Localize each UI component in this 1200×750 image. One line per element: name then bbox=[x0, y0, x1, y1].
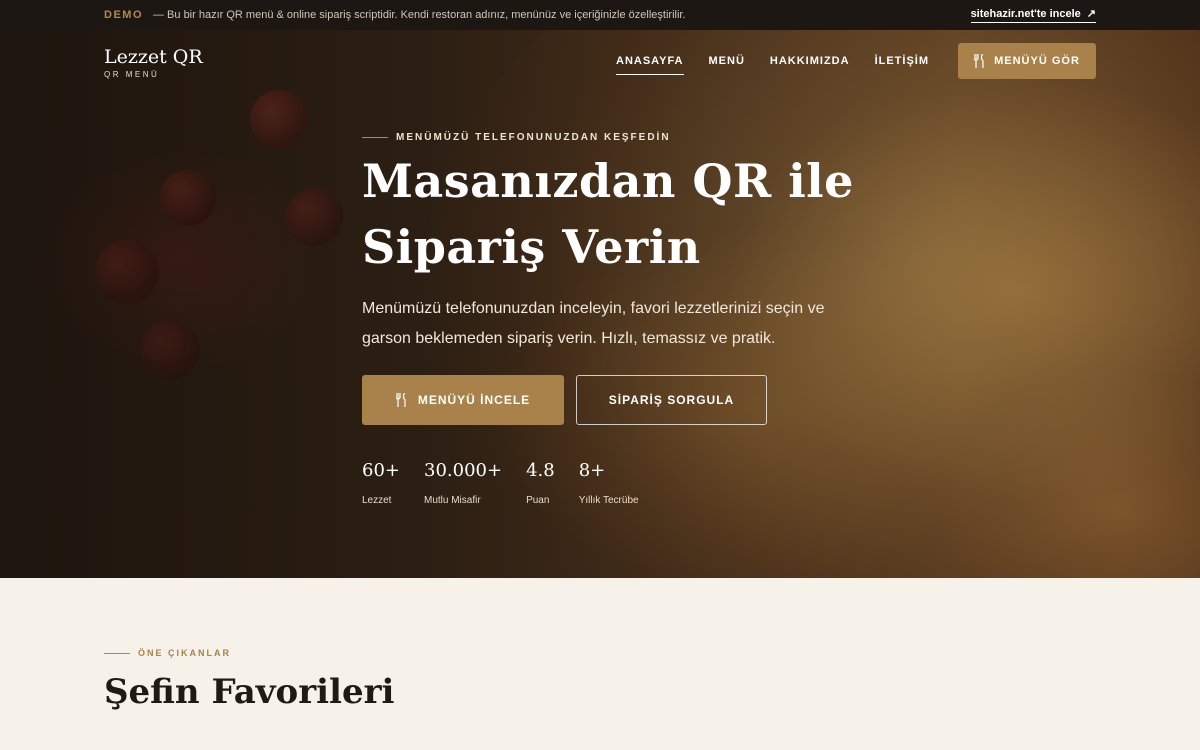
external-link-icon: ↗ bbox=[1086, 8, 1096, 20]
stat-value: 8+ bbox=[578, 460, 606, 481]
hero-stats: 60+ Lezzet 30.000+ Mutlu Misafir 4.8 Pua… bbox=[362, 460, 639, 506]
nav-link-menu[interactable]: MENÜ bbox=[709, 55, 745, 75]
hero-subtext: Menümüzü telefonunuzdan inceleyin, favor… bbox=[362, 300, 825, 347]
logo-name: Lezzet QR bbox=[104, 46, 203, 68]
hero-eyebrow-text: MENÜMÜZÜ TELEFONUNUZDAN KEŞFEDİN bbox=[396, 132, 671, 143]
section-eyebrow-text: ÖNE ÇIKANLAR bbox=[138, 648, 231, 658]
stat-item: 8+ Yıllık Tecrübe bbox=[579, 460, 639, 506]
eyebrow-line bbox=[362, 137, 388, 138]
stat-label: Lezzet bbox=[362, 495, 392, 506]
stat-value: 60+ bbox=[362, 460, 400, 481]
nav-link-contact[interactable]: İLETİŞİM bbox=[875, 55, 929, 75]
stat-value: 4.8 bbox=[526, 460, 555, 481]
stat-label: Mutlu Misafir bbox=[424, 495, 481, 506]
logo-subtitle: QR MENÜ bbox=[104, 70, 160, 79]
stat-label: Puan bbox=[526, 495, 550, 506]
hero-section: Lezzet QR QR MENÜ ANASAYFA MENÜ HAKKIMIZ… bbox=[0, 30, 1200, 578]
demo-link[interactable]: sitehazir.net'te incele ↗ bbox=[970, 7, 1096, 23]
explore-menu-button[interactable]: MENÜYÜ İNCELE bbox=[362, 375, 564, 425]
stat-item: 30.000+ Mutlu Misafir bbox=[424, 460, 502, 506]
top-navigation: Lezzet QR QR MENÜ ANASAYFA MENÜ HAKKIMIZ… bbox=[0, 30, 1200, 92]
demo-banner: DEMO — Bu bir hazır QR menü & online sip… bbox=[0, 0, 1200, 30]
demo-text: — Bu bir hazır QR menü & online sipariş … bbox=[153, 9, 686, 21]
nav-link-home[interactable]: ANASAYFA bbox=[616, 55, 684, 75]
explore-menu-label: MENÜYÜ İNCELE bbox=[417, 393, 531, 407]
hero-headline: Masanızdan QR ile Sipariş Verin bbox=[362, 154, 854, 274]
nav-link-about[interactable]: HAKKIMIZDA bbox=[770, 55, 850, 75]
section-title: Şefin Favorileri bbox=[104, 672, 395, 712]
hero-eyebrow: MENÜMÜZÜ TELEFONUNUZDAN KEŞFEDİN bbox=[362, 132, 671, 143]
demo-tag: DEMO bbox=[104, 9, 143, 21]
stat-item: 4.8 Puan bbox=[526, 460, 555, 506]
order-lookup-button[interactable]: SİPARİŞ SORGULA bbox=[576, 375, 767, 425]
view-menu-button[interactable]: MENÜYÜ GÖR bbox=[958, 43, 1096, 79]
eyebrow-line bbox=[104, 652, 130, 654]
demo-link-label: sitehazir.net'te incele bbox=[970, 7, 1081, 20]
stat-item: 60+ Lezzet bbox=[362, 460, 400, 506]
fork-knife-icon bbox=[974, 54, 984, 68]
stat-value: 30.000+ bbox=[424, 460, 503, 481]
stat-label: Yıllık Tecrübe bbox=[578, 495, 639, 506]
view-menu-label: MENÜYÜ GÖR bbox=[994, 55, 1080, 67]
section-eyebrow: ÖNE ÇIKANLAR bbox=[104, 648, 231, 658]
logo[interactable]: Lezzet QR QR MENÜ bbox=[104, 46, 203, 79]
nav-links: ANASAYFA MENÜ HAKKIMIZDA İLETİŞİM bbox=[616, 55, 929, 75]
fork-knife-icon bbox=[395, 393, 406, 407]
